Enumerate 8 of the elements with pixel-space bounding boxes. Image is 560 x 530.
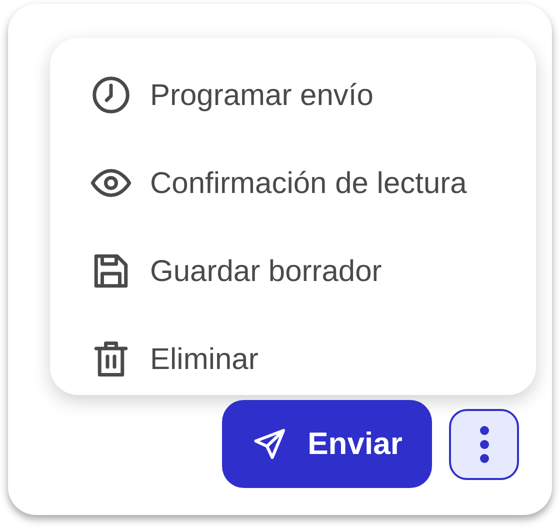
menu-item[interactable]: Guardar borrador bbox=[50, 227, 536, 315]
clock-icon bbox=[90, 74, 132, 116]
menu-item[interactable]: Eliminar bbox=[50, 315, 536, 395]
paper-plane-icon bbox=[252, 426, 288, 462]
menu-item[interactable]: Programar envío bbox=[50, 51, 536, 139]
menu-item[interactable]: Confirmación de lectura bbox=[50, 139, 536, 227]
more-options-button[interactable] bbox=[449, 408, 519, 480]
send-button[interactable]: Enviar bbox=[222, 400, 432, 488]
